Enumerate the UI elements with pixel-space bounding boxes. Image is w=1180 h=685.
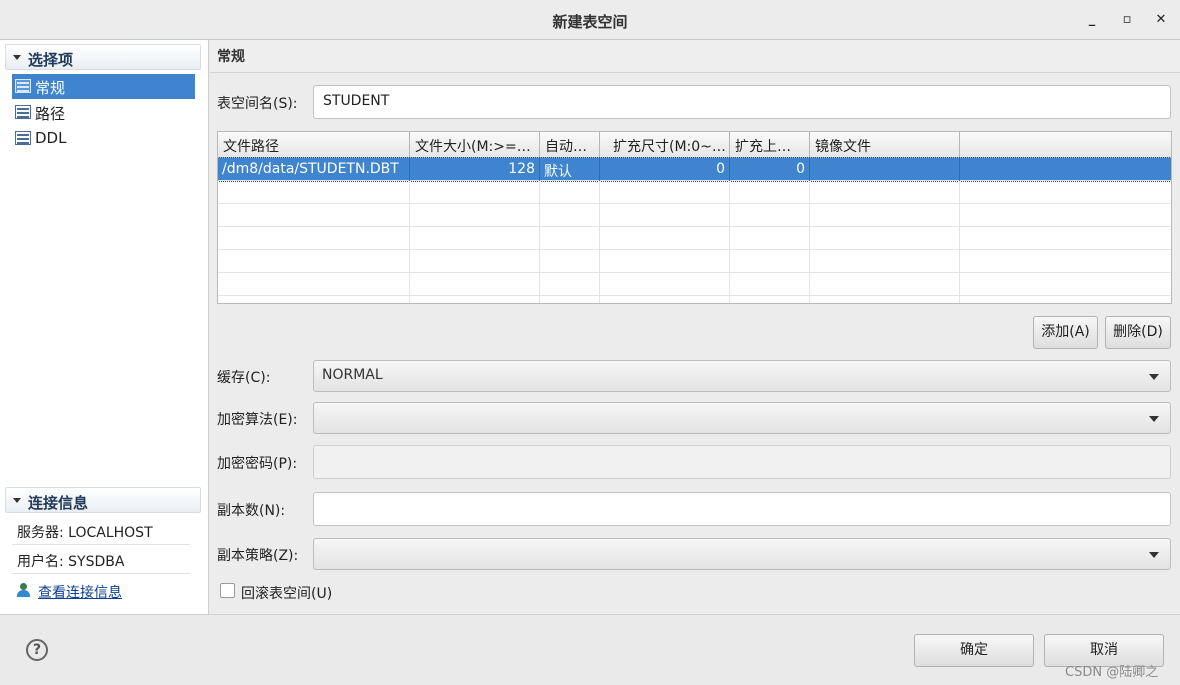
table-cell: /dm8/data/STUDETN.DBT <box>218 158 410 181</box>
cache-select[interactable]: NORMAL <box>313 360 1171 392</box>
datafile-table[interactable]: 文件路径 文件大小(M:>=… 自动… 扩充尺寸(M:0~… 扩充上… 镜像文件… <box>217 131 1172 304</box>
column-header[interactable]: 扩充上… <box>730 132 810 158</box>
user-text: 用户名: SYSDBA <box>17 554 125 570</box>
sidebar: 选择项 常规 路径 DDL 连接信息 服务器: LOCALHOST 用户名: S… <box>0 40 209 614</box>
column-header-label: 扩充尺寸(M:0~… <box>613 139 726 155</box>
add-button[interactable]: 添加(A) <box>1033 316 1098 349</box>
table-header: 文件路径 文件大小(M:>=… 自动… 扩充尺寸(M:0~… 扩充上… 镜像文件 <box>218 132 1171 158</box>
chevron-down-icon <box>1149 416 1159 422</box>
table-row[interactable] <box>218 250 1171 273</box>
table-cell: 0 <box>600 158 730 181</box>
sidebar-item-label: DDL <box>35 129 67 147</box>
section-header: 常规 <box>210 40 1180 73</box>
encrypt-password-input[interactable] <box>313 445 1171 479</box>
sidebar-item-ddl[interactable]: DDL <box>12 126 195 151</box>
table-cell: 128 <box>410 158 540 181</box>
column-header[interactable]: 自动… <box>540 132 600 158</box>
cell-text: 默认 <box>544 164 572 180</box>
tablespace-name-value: STUDENT <box>323 93 390 109</box>
user-info: 用户名: SYSDBA <box>12 546 190 574</box>
table-row[interactable] <box>218 181 1171 204</box>
ok-button[interactable]: 确定 <box>914 634 1034 667</box>
encrypt-algo-select[interactable] <box>313 402 1171 434</box>
view-connection-link[interactable]: 查看连接信息 <box>38 582 122 602</box>
sidebar-item-label: 路径 <box>35 105 66 123</box>
table-cell <box>810 158 960 181</box>
cache-value: NORMAL <box>322 367 383 383</box>
connection-section-title: 连接信息 <box>28 494 89 512</box>
title-bar: 新建表空间 _ ▫ ✕ <box>0 0 1180 40</box>
server-text: 服务器: LOCALHOST <box>17 525 153 541</box>
replica-count-label: 副本数(N): <box>217 503 286 519</box>
cell-text: 128 <box>508 161 535 177</box>
tablespace-name-input[interactable]: STUDENT <box>313 85 1171 119</box>
table-cell: 默认 <box>540 158 600 181</box>
sidebar-item-path[interactable]: 路径 <box>12 100 195 125</box>
rollback-checkbox[interactable] <box>220 583 235 598</box>
encrypt-password-label: 加密密码(P): <box>217 456 298 472</box>
replica-policy-select[interactable] <box>313 538 1171 570</box>
cache-label: 缓存(C): <box>217 370 271 386</box>
section-title: 常规 <box>217 49 245 65</box>
column-header[interactable]: 文件大小(M:>=… <box>410 132 540 158</box>
options-section-title: 选择项 <box>28 51 74 69</box>
table-icon <box>15 79 31 93</box>
window-title: 新建表空间 <box>552 13 628 31</box>
column-header-label: 镜像文件 <box>815 139 871 155</box>
chevron-down-icon <box>1149 374 1159 380</box>
column-header[interactable]: 镜像文件 <box>810 132 960 158</box>
server-info: 服务器: LOCALHOST <box>12 517 190 545</box>
main-panel: 常规 表空间名(S): STUDENT 文件路径 文件大小(M:>=… 自动… … <box>210 40 1180 614</box>
chevron-down-icon <box>1149 552 1159 558</box>
rollback-checkbox-label[interactable]: 回滚表空间(U) <box>241 583 332 603</box>
user-icon <box>17 583 31 597</box>
help-icon[interactable]: ? <box>26 639 48 661</box>
column-header[interactable]: 文件路径 <box>218 132 410 158</box>
replica-count-input[interactable] <box>313 492 1171 526</box>
table-icon <box>15 105 31 119</box>
view-connection-row: 查看连接信息 <box>12 579 192 603</box>
table-row[interactable]: /dm8/data/STUDETN.DBT 128 默认 0 0 <box>218 157 1171 182</box>
table-row[interactable] <box>218 204 1171 227</box>
close-icon[interactable]: ✕ <box>1151 10 1171 30</box>
replica-policy-label: 副本策略(Z): <box>217 548 299 564</box>
column-header-label: 文件路径 <box>223 139 279 155</box>
cell-text: 0 <box>716 161 725 177</box>
tablespace-name-label: 表空间名(S): <box>217 96 298 112</box>
cell-text: /dm8/data/STUDETN.DBT <box>222 161 399 177</box>
connection-section-header[interactable]: 连接信息 <box>5 487 201 513</box>
sidebar-item-general[interactable]: 常规 <box>12 74 195 99</box>
collapse-arrow-icon <box>13 498 21 503</box>
cell-text: 0 <box>796 161 805 177</box>
column-header-label: 文件大小(M:>=… <box>415 139 531 155</box>
encrypt-algo-label: 加密算法(E): <box>217 412 298 428</box>
watermark-text: CSDN @陆卿之 <box>1065 665 1159 680</box>
table-cell: 0 <box>730 158 810 181</box>
table-row[interactable] <box>218 227 1171 250</box>
column-header[interactable]: 扩充尺寸(M:0~… <box>600 132 730 158</box>
table-row[interactable] <box>218 273 1171 296</box>
sidebar-item-label: 常规 <box>35 79 66 97</box>
column-header-label: 扩充上… <box>735 139 791 155</box>
table-icon <box>15 131 31 145</box>
minimize-icon[interactable]: _ <box>1082 10 1102 30</box>
delete-button[interactable]: 删除(D) <box>1105 316 1171 349</box>
column-header-label: 自动… <box>545 139 587 155</box>
collapse-arrow-icon <box>13 55 21 60</box>
dialog-footer: ? 确定 取消 CSDN @陆卿之 <box>0 614 1180 685</box>
options-section-header[interactable]: 选择项 <box>5 44 201 70</box>
table-row[interactable] <box>218 296 1171 303</box>
maximize-icon[interactable]: ▫ <box>1117 10 1137 30</box>
